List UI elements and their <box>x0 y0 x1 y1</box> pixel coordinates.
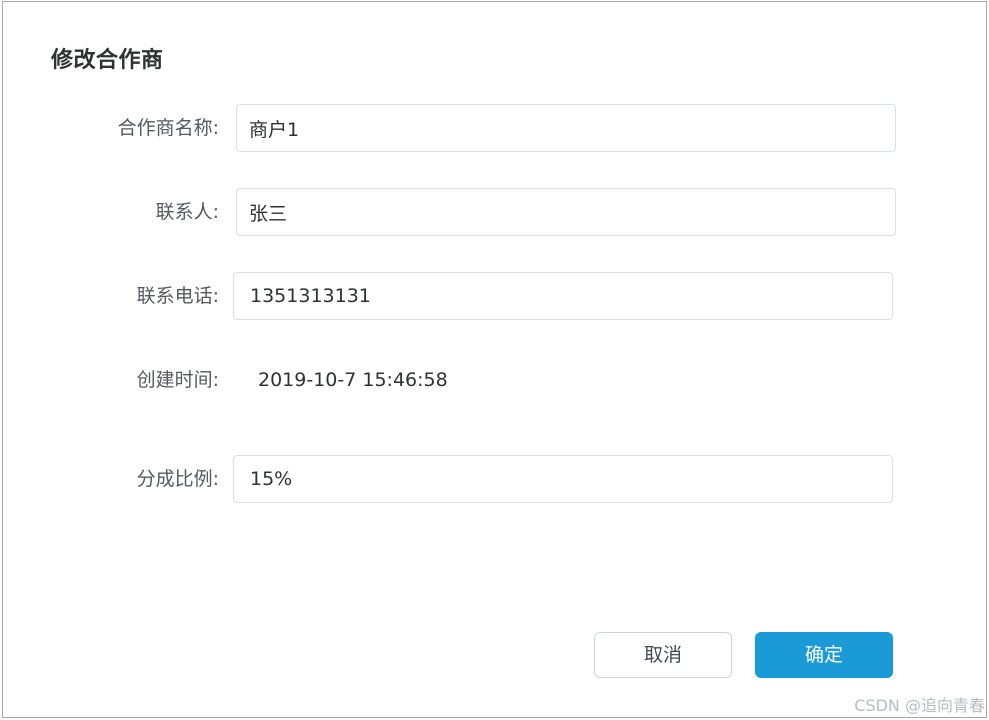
cancel-button[interactable]: 取消 <box>594 632 732 678</box>
confirm-button[interactable]: 确定 <box>755 632 893 678</box>
form-row-contact-phone: 联系电话: <box>3 272 988 320</box>
form-row-created-time: 创建时间: 2019-10-7 15:46:58 <box>3 356 988 404</box>
partner-name-label: 合作商名称: <box>117 117 219 139</box>
contact-person-input[interactable] <box>236 188 896 236</box>
edit-partner-dialog: 修改合作商 合作商名称: 联系人: 联系电话: 创建时间: 2019-10-7 … <box>2 1 987 718</box>
created-time-value: 2019-10-7 15:46:58 <box>258 369 448 391</box>
watermark: CSDN @追向青春 <box>854 696 985 715</box>
contact-phone-label: 联系电话: <box>136 285 219 307</box>
form-row-partner-name: 合作商名称: <box>3 104 988 152</box>
contact-person-label: 联系人: <box>155 201 219 223</box>
form-row-contact-person: 联系人: <box>3 188 988 236</box>
dialog-title: 修改合作商 <box>51 48 164 73</box>
form-row-share-ratio: 分成比例: <box>3 455 988 503</box>
partner-name-input[interactable] <box>236 104 896 152</box>
created-time-label: 创建时间: <box>136 369 219 391</box>
share-ratio-label: 分成比例: <box>136 468 219 490</box>
contact-phone-input[interactable] <box>233 272 893 320</box>
share-ratio-input[interactable] <box>233 455 893 503</box>
